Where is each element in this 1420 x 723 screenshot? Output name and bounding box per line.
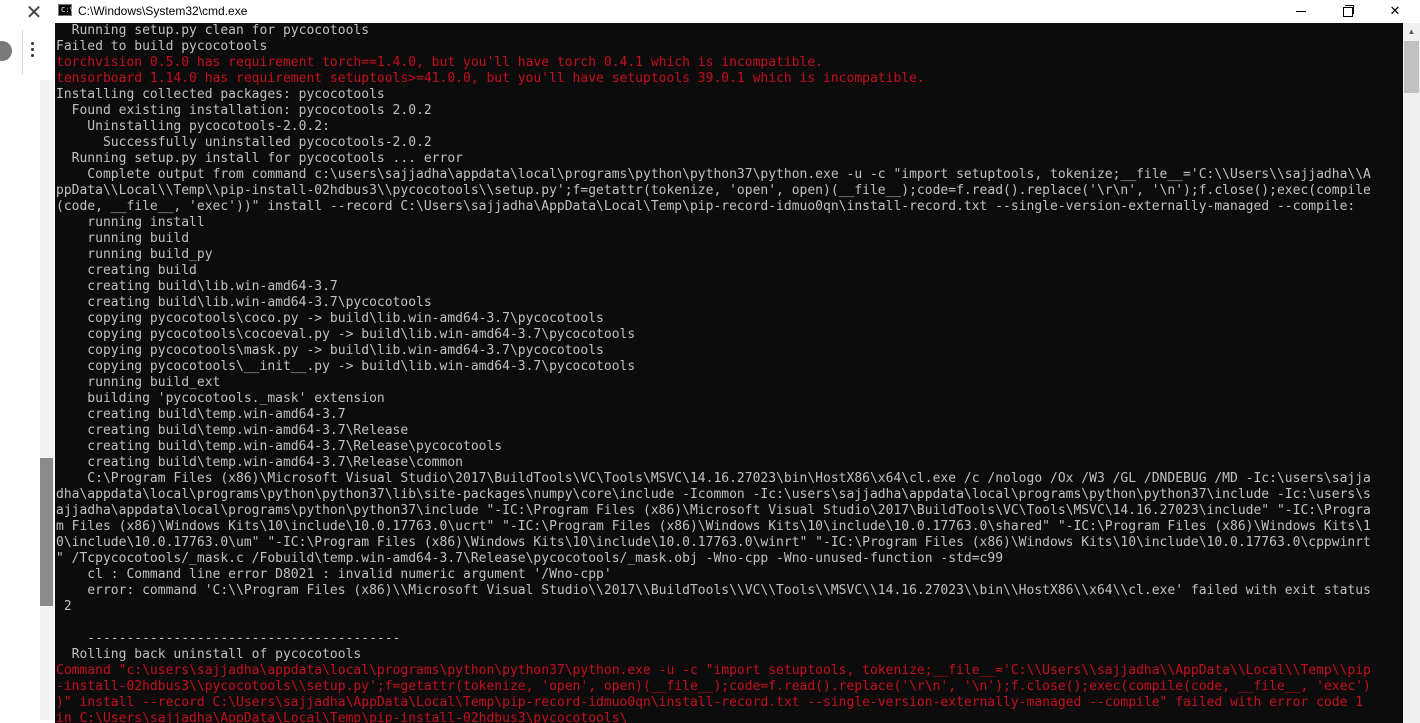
- restore-icon: [1343, 4, 1354, 17]
- console-line: m Files (x86)\Windows Kits\10\include\10…: [56, 519, 1371, 534]
- console-line: running build_ext: [56, 375, 221, 390]
- maximize-button[interactable]: [1325, 0, 1371, 23]
- console-line: Installing collected packages: pycocotoo…: [56, 87, 385, 102]
- console-error-line: )" install --record C:\Users\sajjadha\Ap…: [56, 695, 1364, 710]
- console-scrollbar[interactable]: ▲: [1403, 23, 1420, 723]
- background-close-icon[interactable]: ✕: [24, 2, 44, 24]
- close-button[interactable]: ✕: [1372, 0, 1418, 23]
- console-line: Running setup.py clean for pycocotools: [56, 23, 370, 38]
- console-line: running build: [56, 231, 190, 246]
- console-error-line: Command "c:\users\sajjadha\appdata\local…: [56, 663, 1371, 678]
- window-title: C:\Windows\System32\cmd.exe: [78, 4, 248, 18]
- console-line: creating build\temp.win-amd64-3.7\Releas…: [56, 455, 463, 470]
- cmd-app-icon-label: C:\: [61, 6, 74, 14]
- console-line: 2: [56, 599, 72, 614]
- console-line: creating build\temp.win-amd64-3.7: [56, 407, 346, 422]
- console-line: Found existing installation: pycocotools…: [56, 103, 432, 118]
- console-line: Failed to build pycocotools: [56, 39, 268, 54]
- console-line: running install: [56, 215, 205, 230]
- background-app-panel: ✕: [0, 0, 56, 723]
- console-output: Running setup.py clean for pycocotools Fa…: [55, 23, 1403, 723]
- background-avatar[interactable]: [0, 41, 12, 61]
- console-line: Rolling back uninstall of pycocotools: [56, 647, 362, 662]
- console-line: copying pycocotools\__init__.py -> build…: [56, 359, 636, 374]
- minimize-button[interactable]: [1278, 0, 1324, 23]
- console-error-line: in C:\Users\sajjadha\AppData\Local\Temp\…: [56, 711, 628, 723]
- console-line: Complete output from command c:\users\sa…: [56, 167, 1371, 182]
- console-error-line: torchvision 0.5.0 has requirement torch=…: [56, 55, 824, 70]
- console-line: creating build: [56, 263, 197, 278]
- window-titlebar[interactable]: C:\ C:\Windows\System32\cmd.exe ✕: [55, 0, 1420, 23]
- console-line: ----------------------------------------: [56, 631, 401, 646]
- console-line: Running setup.py install for pycocotools…: [56, 151, 463, 166]
- console-line: creating build\temp.win-amd64-3.7\Releas…: [56, 439, 503, 454]
- console-line: building 'pycocotools._mask' extension: [56, 391, 385, 406]
- console-line: creating build\lib.win-amd64-3.7: [56, 279, 338, 294]
- background-divider: [22, 30, 23, 75]
- console-window[interactable]: C:\ C:\Windows\System32\cmd.exe ✕ Runnin…: [55, 0, 1420, 723]
- background-scrollbar-track[interactable]: [40, 80, 54, 720]
- console-line: running build_py: [56, 247, 213, 262]
- console-line: 0\include\10.0.17763.0\um" "-IC:\Program…: [56, 535, 1371, 550]
- console-line: error: command 'C:\\Program Files (x86)\…: [56, 583, 1371, 598]
- console-line: Successfully uninstalled pycocotools-2.0…: [56, 135, 432, 150]
- cmd-app-icon[interactable]: C:\: [58, 4, 74, 16]
- background-scrollbar-thumb[interactable]: [40, 458, 53, 606]
- console-line: ajjadha\appdata\local\programs\python\py…: [56, 503, 1371, 518]
- console-line: C:\Program Files (x86)\Microsoft Visual …: [56, 471, 1371, 486]
- console-line: creating build\temp.win-amd64-3.7\Releas…: [56, 423, 409, 438]
- console-line: Uninstalling pycocotools-2.0.2:: [56, 119, 330, 134]
- console-line: creating build\lib.win-amd64-3.7\pycocot…: [56, 295, 432, 310]
- scrollbar-thumb[interactable]: [1404, 41, 1419, 93]
- kebab-menu-icon[interactable]: [30, 42, 36, 60]
- console-output-area[interactable]: Running setup.py clean for pycocotools Fa…: [55, 23, 1403, 723]
- minimize-icon: [1296, 11, 1306, 13]
- console-line: (code, __file__, 'exec'))" install --rec…: [56, 199, 1356, 214]
- console-line: dha\appdata\local\programs\python\python…: [56, 487, 1371, 502]
- console-line: copying pycocotools\mask.py -> build\lib…: [56, 343, 604, 358]
- console-line: copying pycocotools\cocoeval.py -> build…: [56, 327, 636, 342]
- console-line: cl : Command line error D8021 : invalid …: [56, 567, 612, 582]
- console-line: ppData\\Local\\Temp\\pip-install-02hdbus…: [56, 183, 1371, 198]
- console-error-line: -install-02hdbus3\\pycocotools\\setup.py…: [56, 679, 1371, 694]
- scroll-up-arrow-icon[interactable]: ▲: [1403, 23, 1420, 40]
- console-error-line: tensorboard 1.14.0 has requirement setup…: [56, 71, 925, 86]
- console-line: " /Tcpycocotools/_mask.c /Fobuild\temp.w…: [56, 551, 1004, 566]
- console-line: copying pycocotools\coco.py -> build\lib…: [56, 311, 604, 326]
